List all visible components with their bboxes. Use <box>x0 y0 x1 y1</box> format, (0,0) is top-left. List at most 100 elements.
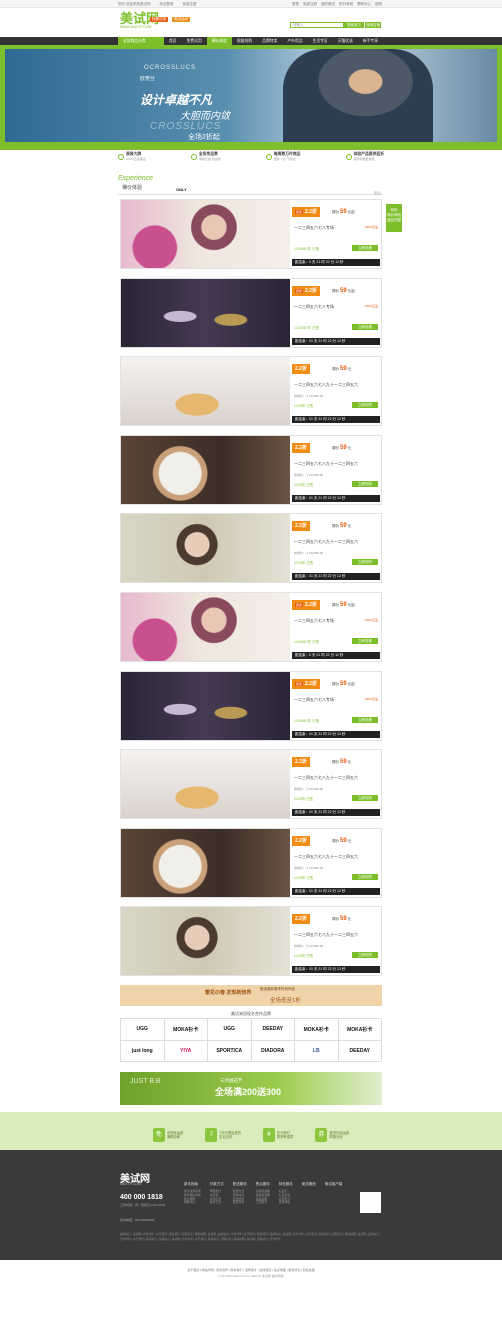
price-value: 59 <box>339 523 347 530</box>
nav-item-active[interactable]: 裸价体验 <box>206 37 232 45</box>
nav-item[interactable]: 新手专享 <box>358 37 383 45</box>
buy-button[interactable]: 立即查看 <box>352 323 378 330</box>
product-name[interactable]: 一二三四五六七八九十一二三四五六 <box>294 775 358 781</box>
product-card[interactable]: 2.2折 裸价 59 元一二三四五六七八九十一二三四五六 市场价：￥123456.0… <box>120 749 382 820</box>
product-name[interactable]: 一二三四五六七八专场 <box>294 304 334 310</box>
top-link-login[interactable]: 登录 <box>292 2 299 7</box>
brand-logo[interactable]: YIYA <box>164 1040 208 1062</box>
search-button[interactable]: 搜索宝贝 <box>344 22 364 28</box>
nav-item[interactable]: 免费试用 <box>182 37 207 45</box>
top-login-link[interactable]: 欢迎登录 <box>159 2 173 7</box>
price-value: 59 <box>339 444 347 451</box>
product-name[interactable]: 一二三四五六七八九十一二三四五六 <box>294 461 358 467</box>
product-card[interactable]: 2.2折 裸价 59 元一二三四五六七八九十一二三四五六 市场价：￥123456.0… <box>120 827 382 898</box>
product-card[interactable]: 2.2折 裸价 59 元一二三四五六七八九十一二三四五六 市场价：￥123456.0… <box>120 434 382 505</box>
nav-item[interactable]: 限量抢购 <box>232 37 257 45</box>
product-card[interactable]: 2.2折 裸价 59 元一二三四五六七八九十一二三四五六 市场价：￥123456.0… <box>120 906 382 977</box>
buy-button[interactable]: 立即抢购 <box>352 402 378 409</box>
nav-item[interactable]: 品牌特卖 <box>257 37 282 45</box>
product-name[interactable]: 一二三四五六七八九十一二三四五六 <box>294 932 358 938</box>
brand-logo[interactable]: just long <box>121 1040 165 1062</box>
top-link-points[interactable]: 积分商城 <box>339 2 353 7</box>
product-image[interactable] <box>121 357 290 426</box>
brand-logo[interactable]: MOKA衫卡 <box>295 1019 339 1041</box>
product-card[interactable]: 2.2折 裸价 59 元一二三四五六七八九十一二三四五六 市场价：￥123456.0… <box>120 356 382 427</box>
product-card[interactable]: 疯抢 2.2折 裸价 59 元起 一二三四五六七八专场 100%正品 1234567件 已… <box>120 199 382 269</box>
buy-button[interactable]: 立即抢购 <box>352 873 378 880</box>
product-image[interactable] <box>121 593 290 661</box>
genuine-tag: 100%正品 <box>364 225 378 229</box>
buy-button[interactable]: 立即抢购 <box>352 795 378 802</box>
nav-item[interactable]: 天猫优选 <box>333 37 358 45</box>
buy-button[interactable]: 立即查看 <box>352 638 378 644</box>
product-image[interactable] <box>121 671 290 740</box>
nav-item[interactable]: 户外用品 <box>282 37 307 45</box>
footer-link[interactable]: 会员特权 <box>279 1201 293 1205</box>
top-link-official[interactable]: 官网 <box>375 2 382 7</box>
product-name[interactable]: 一二三四五六七八九十一二三四五六 <box>294 382 358 388</box>
product-card[interactable]: 疯抢 2.2折 裸价 59 元起 一二三四五六七八专场 100%正品 1234567件 已… <box>120 670 382 741</box>
brand-logo[interactable]: LB <box>295 1040 339 1062</box>
brand-logo[interactable]: SPORTICA <box>208 1040 252 1062</box>
product-image[interactable] <box>121 278 290 347</box>
top-link-register[interactable]: 免费注册 <box>303 2 317 7</box>
top-link-help[interactable]: 帮助中心 <box>357 2 371 7</box>
nav-item[interactable]: 生活专区 <box>308 37 333 45</box>
footer-link[interactable]: 邮局汇款 <box>210 1201 224 1205</box>
buy-button[interactable]: 立即抢购 <box>352 559 378 566</box>
product-image[interactable] <box>121 200 290 268</box>
brand-logo[interactable]: DEEDAY <box>251 1019 295 1041</box>
footer-column-title: 美试微信 <box>301 1182 316 1186</box>
hero-banner[interactable]: OCROSSLUCS 欧奢丝 设计卓越不凡 大胆而内敛 CROSSLUCS 全场… <box>0 45 502 150</box>
brand-logo[interactable]: MOKA衫卡 <box>164 1019 208 1041</box>
brand-logo[interactable]: MOKA衫卡 <box>338 1019 382 1041</box>
nav-item[interactable]: 首页 <box>164 37 182 45</box>
buy-button[interactable]: 立即抢购 <box>352 480 378 487</box>
product-card[interactable]: 疯抢 2.2折 裸价 59 元起 一二三四五六七八专场 100%正品 1234567件 已… <box>120 277 382 348</box>
product-image[interactable] <box>121 828 290 897</box>
product-image[interactable] <box>121 435 290 504</box>
product-name[interactable]: 一二三四五六七八九十一二三四五六 <box>294 854 358 860</box>
buy-button[interactable]: 立即查看 <box>352 716 378 723</box>
bottom-ad-banner[interactable]: JUST B.B 三月桃花节 全场满200送300 <box>120 1072 382 1105</box>
footer-link[interactable]: 帮助中心 <box>184 1201 201 1205</box>
product-name[interactable]: 一二三四五六七八专场 <box>294 697 334 703</box>
brand-logo[interactable]: UGG <box>208 1019 252 1041</box>
section-title-cn: 裸价体验 <box>122 185 143 191</box>
product-image[interactable] <box>121 750 290 819</box>
guarantee-item: ¥ 先行赔付 购物有保障 <box>262 1120 293 1150</box>
price: 裸价 59 元 <box>332 914 351 924</box>
promo-banner[interactable]: 繁花の春 发现新饰界 甄选最新春季时尚饰品 全场低至1折 <box>120 985 382 1006</box>
product-name[interactable]: 一二三四五六七八九十一二三四五六 <box>294 539 358 545</box>
copyright-links[interactable]: 关于美试 | 网站声明 | 商务合作 | 联系我们 | 招聘英才 | 友情链接 … <box>0 1268 502 1272</box>
price: 裸价 59 元起 <box>332 679 355 689</box>
buy-button[interactable]: 立即查看 <box>352 245 378 251</box>
footer-link[interactable]: 验货签收 <box>233 1201 247 1205</box>
brand-logo[interactable]: UGG <box>121 1019 165 1041</box>
product-card[interactable]: 2.2折 裸价 59 元一二三四五六七八九十一二三四五六 市场价：￥123456.0… <box>120 513 382 584</box>
product-image[interactable] <box>121 907 290 976</box>
nav-category[interactable]: 全部商品分类 <box>118 37 164 45</box>
sold-count: 1234件 已售 <box>294 875 314 880</box>
brand-logo[interactable]: DEEDAY <box>338 1040 382 1062</box>
search-store-button[interactable]: 搜索店铺 <box>364 22 381 28</box>
brand-logo[interactable]: DIADORA <box>251 1040 295 1062</box>
product-name[interactable]: 一二三四五六七八专场 <box>294 618 334 624</box>
price: 裸价 59 元 <box>332 364 351 374</box>
ad-offer: 全场满200送300 <box>215 1087 282 1097</box>
footer-link[interactable]: 三包服务 <box>256 1201 270 1205</box>
price-unit: 元 <box>347 367 352 372</box>
search-input[interactable]: 请输入 <box>290 22 344 28</box>
top-register-link[interactable]: 免费注册 <box>182 2 196 7</box>
top-link-my[interactable]: 我的美试 <box>321 2 335 7</box>
product-name[interactable]: 一二三四五六七八专场 <box>294 225 334 231</box>
side-float-button[interactable]: 我的 裸价体验 返回顶部 <box>386 204 402 232</box>
product-image[interactable] <box>121 514 290 583</box>
price-unit: 元起 <box>347 681 355 686</box>
footer-column-title: 新手指南 <box>184 1182 198 1186</box>
buy-button[interactable]: 立即抢购 <box>352 952 378 959</box>
footer-links[interactable]: 品牌站点 | 美试网 | 合作伙伴 | 关于我们 | 联系我们 | 招聘英才 |… <box>120 1232 382 1242</box>
product-card[interactable]: 疯抢 2.2折 裸价 59 元起 一二三四五六七八专场 100%正品 1234567件 已… <box>120 592 382 662</box>
discount-badge: 疯抢 2.2折 <box>292 207 320 217</box>
section-more-link[interactable]: 更多> <box>374 191 382 195</box>
